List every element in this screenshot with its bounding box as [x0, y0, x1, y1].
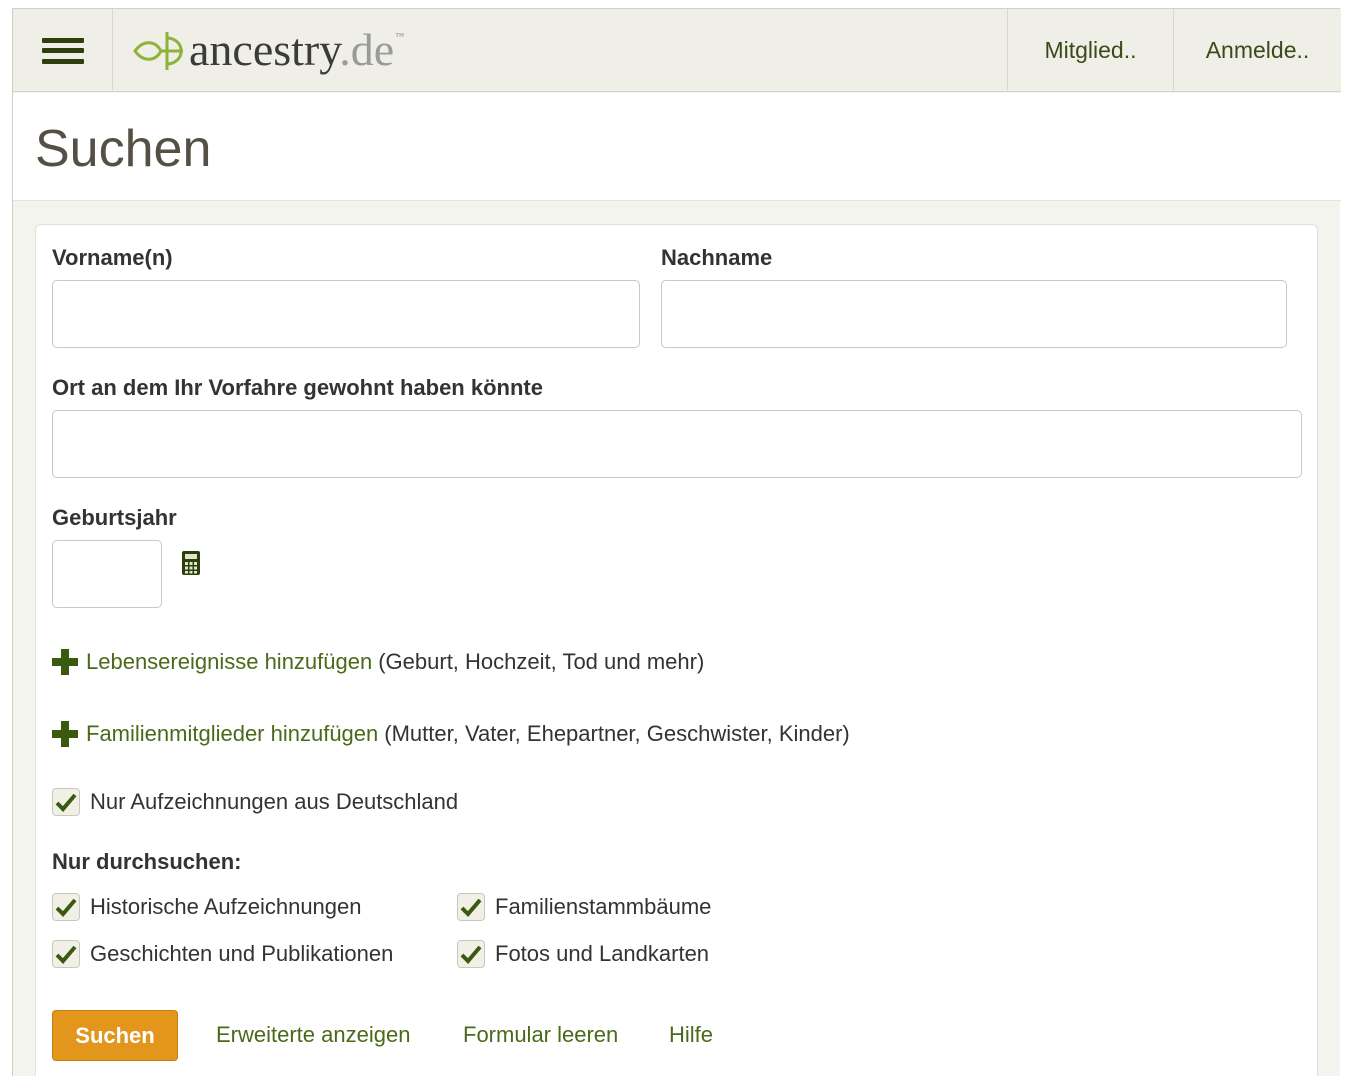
add-life-events-link[interactable]: Lebensereignisse hinzufügen — [86, 649, 372, 675]
top-header: ancestry.de™ Mitglied.. Anmelde.. — [13, 9, 1341, 92]
germany-only-checkbox[interactable] — [52, 788, 80, 816]
plus-icon[interactable] — [52, 721, 78, 747]
search-form-card: Vorname(n) Nachname Ort an dem Ihr Vorfa… — [35, 224, 1318, 1076]
checkmark-icon — [55, 945, 77, 964]
page-title: Suchen — [35, 120, 212, 178]
collection-option[interactable]: Familienstammbäume — [457, 893, 711, 921]
search-button[interactable]: Suchen — [52, 1010, 178, 1061]
last-name-label: Nachname — [661, 245, 773, 270]
plus-icon[interactable] — [52, 649, 78, 675]
add-family-link[interactable]: Familienmitglieder hinzufügen — [86, 721, 378, 747]
collection-label: Familienstammbäume — [495, 894, 712, 919]
first-name-input[interactable] — [52, 280, 640, 348]
ancestry-logo[interactable]: ancestry.de™ — [131, 21, 404, 81]
login-nav-button[interactable]: Anmelde.. — [1173, 9, 1341, 92]
photos-maps-checkbox[interactable] — [457, 940, 485, 968]
help-link[interactable]: Hilfe — [669, 1022, 713, 1048]
app-frame: ancestry.de™ Mitglied.. Anmelde.. Suchen… — [12, 8, 1341, 1076]
stories-publications-checkbox[interactable] — [52, 940, 80, 968]
checkmark-icon — [55, 898, 77, 917]
add-family-row: Familienmitglieder hinzufügen (Mutter, V… — [52, 721, 850, 747]
birth-year-label: Geburtsjahr — [52, 505, 177, 530]
show-advanced-link[interactable]: Erweiterte anzeigen — [216, 1022, 410, 1048]
last-name-input[interactable] — [661, 280, 1287, 348]
germany-only-label: Nur Aufzeichnungen aus Deutschland — [90, 789, 459, 814]
birth-year-input[interactable] — [52, 540, 162, 608]
collection-label: Historische Aufzeichnungen — [90, 894, 362, 919]
leaf-logo-icon — [133, 32, 183, 70]
add-life-events-row: Lebensereignisse hinzufügen (Geburt, Hoc… — [52, 649, 704, 675]
checkmark-icon — [55, 793, 77, 812]
historical-records-checkbox[interactable] — [52, 893, 80, 921]
checkmark-icon — [460, 898, 482, 917]
checkmark-icon — [460, 945, 482, 964]
calculator-icon[interactable] — [181, 550, 201, 576]
first-name-label: Vorname(n) — [52, 245, 173, 270]
collection-option[interactable]: Geschichten und Publikationen — [52, 940, 393, 968]
clear-form-link[interactable]: Formular leeren — [463, 1022, 618, 1048]
life-events-hint: (Geburt, Hochzeit, Tod und mehr) — [378, 649, 705, 674]
hamburger-icon — [41, 37, 84, 64]
collection-label: Fotos und Landkarten — [495, 941, 710, 966]
place-label: Ort an dem Ihr Vorfahre gewohnt haben kö… — [52, 375, 543, 400]
menu-button[interactable] — [13, 9, 113, 92]
family-hint: (Mutter, Vater, Ehepartner, Geschwister,… — [384, 721, 850, 746]
collection-label: Geschichten und Publikationen — [90, 941, 394, 966]
collection-option[interactable]: Historische Aufzeichnungen — [52, 893, 362, 921]
search-only-heading: Nur durchsuchen: — [52, 849, 242, 874]
collection-option[interactable]: Fotos und Landkarten — [457, 940, 709, 968]
place-input[interactable] — [52, 410, 1302, 478]
logo-text: ancestry.de™ — [189, 23, 405, 75]
title-bar: Suchen — [13, 93, 1341, 201]
member-nav-button[interactable]: Mitglied.. — [1007, 9, 1173, 92]
family-trees-checkbox[interactable] — [457, 893, 485, 921]
germany-only-option[interactable]: Nur Aufzeichnungen aus Deutschland — [52, 788, 458, 816]
